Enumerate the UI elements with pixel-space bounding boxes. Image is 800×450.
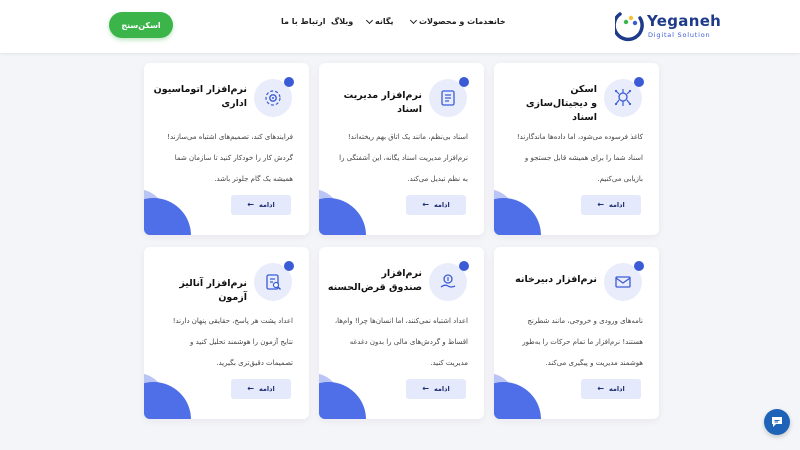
arrow-left-icon: ← <box>597 200 604 209</box>
logo-mark-icon <box>615 12 644 42</box>
card-office-automation: نرم‌افزار اتوماسیون اداری فرایندهای کند، … <box>144 63 309 235</box>
brand-tagline: Digital Solution <box>648 31 711 39</box>
card-description: فرایندهای کند، تصمیم‌های اشتباه می‌سازند… <box>167 133 293 183</box>
card-document-management: نرم‌افزار مدیریت اسناد اسناد بی‌نظم، مان… <box>319 63 484 235</box>
card-exam-analysis: نرم‌افزار آنالیز آزمون اعداد پشت هر پاسخ… <box>144 247 309 419</box>
continue-button[interactable]: ← ادامه <box>231 379 291 399</box>
card-title: نرم‌افزار آنالیز آزمون <box>179 278 247 303</box>
card-loan-fund: نرم‌افزار صندوق قرض‌الحسنه اعداد اشتباه ن… <box>319 247 484 419</box>
continue-button[interactable]: ← ادامه <box>231 195 291 215</box>
gear-cycle-icon <box>254 77 294 117</box>
card-description: نامه‌های ورودی و خروجی، مانند شطرنج هستند… <box>522 317 643 367</box>
document-folder-icon <box>429 77 469 117</box>
continue-button[interactable]: ← ادامه <box>581 379 641 399</box>
card-description: کاغذ فرسوده می‌شود، اما داده‌ها ماندگارن… <box>516 133 643 183</box>
chevron-down-icon <box>409 16 418 24</box>
brand-logo[interactable]: Yeganeh Digital Solution <box>615 8 725 44</box>
card-title: نرم‌افزار صندوق قرض‌الحسنه <box>327 268 422 293</box>
nav-blog[interactable]: وبلاگ <box>331 17 353 26</box>
card-secretariat: نرم‌افزار دبیرخانه نامه‌های ورودی و خروج… <box>494 247 659 419</box>
site-header: Yeganeh Digital Solution خانه خدمات و مح… <box>0 0 800 53</box>
scan-meter-button[interactable]: اسکن‌سنج <box>109 12 173 38</box>
arrow-left-icon: ← <box>422 200 429 209</box>
clipboard-search-icon <box>254 261 294 301</box>
continue-button[interactable]: ← ادامه <box>581 195 641 215</box>
arrow-left-icon: ← <box>597 384 604 393</box>
nav-yeganeh[interactable]: یگانه <box>365 16 394 26</box>
continue-button[interactable]: ← ادامه <box>406 379 466 399</box>
card-description: اعداد پشت هر پاسخ، حقایقی پنهان دارند! نت… <box>172 317 293 367</box>
card-scan-digitization: اسکن و دیجیتال‌سازی اسناد کاغذ فرسوده می‌… <box>494 63 659 235</box>
continue-button[interactable]: ← ادامه <box>406 195 466 215</box>
card-title: نرم‌افزار اتوماسیون اداری <box>153 84 247 109</box>
card-title: اسکن و دیجیتال‌سازی اسناد <box>525 84 597 123</box>
arrow-left-icon: ← <box>422 384 429 393</box>
chat-bubble-icon <box>772 417 782 427</box>
money-hand-icon <box>429 261 469 301</box>
card-description: اعداد اشتباه نمی‌کنند، اما انسان‌ها چرا!… <box>334 317 468 367</box>
arrow-left-icon: ← <box>247 200 254 209</box>
card-title: نرم‌افزار مدیریت اسناد <box>343 90 422 115</box>
nav-contact[interactable]: ارتباط با ما <box>281 17 325 26</box>
nav-services[interactable]: خدمات و محصولات <box>409 16 494 26</box>
chat-button[interactable] <box>764 409 790 435</box>
card-title: نرم‌افزار دبیرخانه <box>515 274 597 285</box>
envelope-check-icon <box>604 261 644 301</box>
arrow-left-icon: ← <box>247 384 254 393</box>
card-description: اسناد بی‌نظم، مانند یک اتاق بهم ریخته‌ان… <box>339 133 468 183</box>
digital-fingerprint-icon <box>604 77 644 117</box>
brand-name: Yeganeh <box>647 12 722 30</box>
chevron-down-icon <box>365 16 374 24</box>
